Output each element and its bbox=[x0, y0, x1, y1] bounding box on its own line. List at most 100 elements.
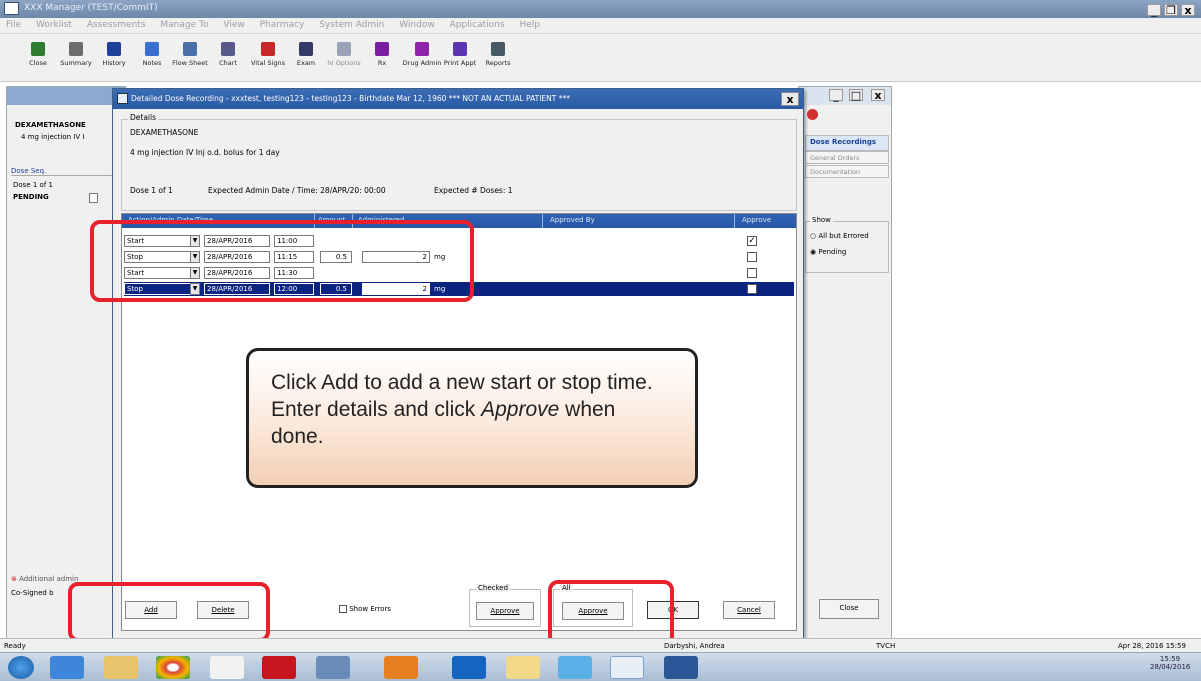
approve-checkbox[interactable]: ✓ bbox=[747, 236, 757, 246]
folder-icon[interactable] bbox=[104, 656, 138, 679]
toolbar-iv-options-button[interactable]: IV Options bbox=[324, 38, 364, 78]
checked-approve-button[interactable]: Approve bbox=[476, 602, 534, 620]
delete-button[interactable]: Delete bbox=[197, 601, 249, 619]
menu-view[interactable]: View bbox=[217, 18, 250, 32]
amount-field[interactable]: 0.5 bbox=[320, 251, 352, 263]
menu-assessments[interactable]: Assessments bbox=[81, 18, 152, 32]
approve-checkbox[interactable] bbox=[747, 252, 757, 262]
date-field[interactable]: 28/APR/2016 bbox=[204, 251, 270, 263]
menu-applications[interactable]: Applications bbox=[444, 18, 511, 32]
dialog-close-icon[interactable]: x bbox=[781, 92, 799, 106]
filter-icon[interactable] bbox=[558, 656, 592, 679]
amount-field[interactable]: 0.5 bbox=[320, 283, 352, 295]
dose-recording-panel: DEXAMETHASONE 4 mg injection IV I Dose S… bbox=[6, 86, 126, 646]
date-field[interactable]: 28/APR/2016 bbox=[204, 283, 270, 295]
action-select[interactable]: Start bbox=[124, 267, 194, 279]
internet-explorer-icon[interactable] bbox=[50, 656, 84, 679]
lock-icon[interactable] bbox=[506, 656, 540, 679]
chevron-down-icon[interactable]: ▼ bbox=[190, 235, 200, 247]
warning-icon: ⊗ bbox=[11, 575, 20, 583]
word-icon[interactable] bbox=[664, 656, 698, 679]
outlook-icon[interactable] bbox=[384, 656, 418, 679]
time-field[interactable]: 11:30 bbox=[274, 267, 314, 279]
reports-icon bbox=[491, 42, 505, 56]
radio-all-but-errored[interactable]: ○ All but Errored bbox=[810, 232, 869, 240]
show-errors-checkbox[interactable]: Show Errors bbox=[339, 605, 391, 613]
minimize-icon[interactable]: _ bbox=[829, 89, 843, 101]
acrobat-icon[interactable] bbox=[262, 656, 296, 679]
approve-checkbox[interactable] bbox=[747, 268, 757, 278]
bg-additional-admin: ⊗ Additional admin bbox=[11, 575, 79, 583]
restore-icon[interactable]: □ bbox=[849, 89, 863, 101]
menu-window[interactable]: Window bbox=[393, 18, 441, 32]
chevron-down-icon[interactable]: ▼ bbox=[190, 267, 200, 279]
toolbar-flow-sheet-button[interactable]: Flow Sheet bbox=[170, 38, 210, 78]
menu-help[interactable]: Help bbox=[513, 18, 546, 32]
app-window-icon[interactable] bbox=[316, 656, 350, 679]
panel-close-button[interactable]: Close bbox=[819, 599, 879, 619]
close-icon[interactable]: x bbox=[871, 89, 885, 101]
date-field[interactable]: 28/APR/2016 bbox=[204, 267, 270, 279]
close-icon[interactable]: x bbox=[1181, 4, 1195, 16]
action-select[interactable]: Stop bbox=[124, 251, 194, 263]
col-administered[interactable]: Administered bbox=[358, 216, 404, 224]
all-approve-button[interactable]: Approve bbox=[562, 602, 624, 620]
time-field[interactable]: 11:15 bbox=[274, 251, 314, 263]
table-row[interactable]: Start ▼ 28/APR/2016 11:00 ✓ bbox=[124, 234, 794, 248]
minimize-icon[interactable]: _ bbox=[1147, 4, 1161, 16]
table-row[interactable]: Start ▼ 28/APR/2016 11:30 bbox=[124, 266, 794, 280]
ok-button[interactable]: OK bbox=[647, 601, 699, 619]
toolbar-notes-button[interactable]: Notes bbox=[132, 38, 172, 78]
toolbar-drug-admin-button[interactable]: Drug Admin bbox=[402, 38, 442, 78]
dialog-title: Detailed Dose Recording - xxxtest, testi… bbox=[131, 94, 570, 103]
add-button[interactable]: Add bbox=[125, 601, 177, 619]
bg-dose-count[interactable]: Dose 1 of 1 bbox=[13, 181, 53, 189]
action-select[interactable]: Stop bbox=[124, 283, 194, 295]
col-approve[interactable]: Approve bbox=[742, 216, 771, 224]
menu-system-admin[interactable]: System Admin bbox=[313, 18, 390, 32]
info-icon[interactable] bbox=[452, 656, 486, 679]
administered-field[interactable]: 2 bbox=[362, 283, 430, 295]
radio-pending[interactable]: ◉ Pending bbox=[810, 248, 846, 256]
document-icon[interactable] bbox=[89, 193, 98, 203]
action-select[interactable]: Start bbox=[124, 235, 194, 247]
approve-checkbox[interactable] bbox=[747, 284, 757, 294]
tab-documentation[interactable]: Documentation bbox=[805, 165, 889, 178]
tray-clock[interactable]: 15:59 28/04/2016 bbox=[1150, 655, 1190, 671]
administered-field[interactable]: 2 bbox=[362, 251, 430, 263]
menu-file[interactable]: File bbox=[0, 18, 27, 32]
chevron-down-icon[interactable]: ▼ bbox=[190, 251, 200, 263]
toolbar-close-button[interactable]: Close bbox=[18, 38, 58, 78]
chevron-down-icon[interactable]: ▼ bbox=[190, 283, 200, 295]
col-action-date-time[interactable]: Action/Admin Date/Time bbox=[128, 216, 213, 224]
cancel-button[interactable]: Cancel bbox=[723, 601, 775, 619]
col-amount[interactable]: Amount bbox=[318, 216, 346, 224]
details-expected-admin: Expected Admin Date / Time: 28/APR/20: 0… bbox=[208, 186, 386, 195]
tab-general-orders[interactable]: General Orders bbox=[805, 151, 889, 164]
toolbar-vital-signs-button[interactable]: Vital Signs bbox=[248, 38, 288, 78]
media-icon[interactable] bbox=[210, 656, 244, 679]
toolbar-rx-button[interactable]: Rx bbox=[362, 38, 402, 78]
restore-icon[interactable]: ❐ bbox=[1164, 4, 1178, 16]
tab-dose-recordings[interactable]: Dose Recordings bbox=[805, 135, 889, 151]
menu-pharmacy[interactable]: Pharmacy bbox=[254, 18, 311, 32]
toolbar-print-appt-button[interactable]: Print Appt bbox=[440, 38, 480, 78]
time-field[interactable]: 12:00 bbox=[274, 283, 314, 295]
toolbar-reports-button[interactable]: Reports bbox=[478, 38, 518, 78]
date-field[interactable]: 28/APR/2016 bbox=[204, 235, 270, 247]
start-icon[interactable] bbox=[8, 656, 34, 679]
bg-co-signed: Co-Signed b bbox=[11, 589, 54, 597]
table-row-selected[interactable]: Stop ▼ 28/APR/2016 12:00 0.5 2 mg bbox=[124, 282, 794, 296]
toolbar-exam-button[interactable]: Exam bbox=[286, 38, 326, 78]
menu-worklist[interactable]: Worklist bbox=[30, 18, 78, 32]
table-row[interactable]: Stop ▼ 28/APR/2016 11:15 0.5 2 mg bbox=[124, 250, 794, 264]
toolbar-history-button[interactable]: History bbox=[94, 38, 134, 78]
time-field[interactable]: 11:00 bbox=[274, 235, 314, 247]
chart-app-icon[interactable] bbox=[610, 656, 644, 679]
toolbar-chart-button[interactable]: Chart bbox=[208, 38, 248, 78]
chrome-icon[interactable] bbox=[156, 656, 190, 679]
stethoscope-icon bbox=[299, 42, 313, 56]
toolbar-summary-button[interactable]: Summary bbox=[56, 38, 96, 78]
menu-manage-to[interactable]: Manage To bbox=[154, 18, 214, 32]
col-approved-by[interactable]: Approved By bbox=[550, 216, 595, 224]
